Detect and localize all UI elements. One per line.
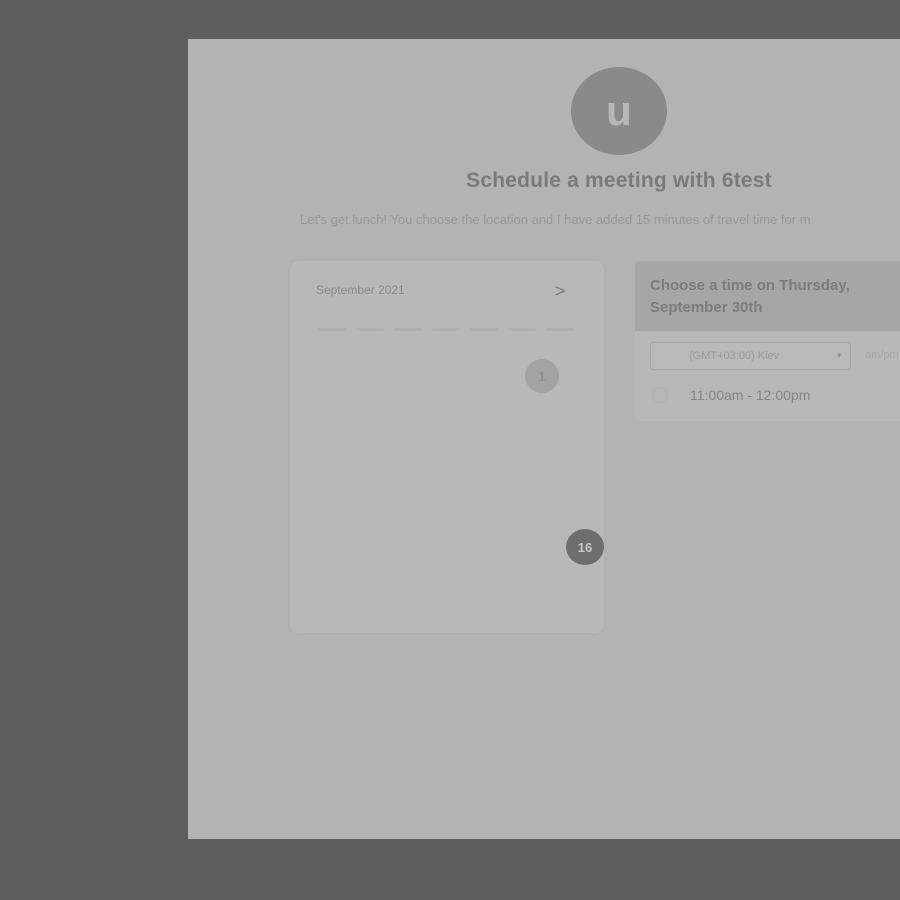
month-label: September 2021 [316, 283, 405, 297]
weekday-placeholder [546, 328, 574, 331]
selected-date-heading: Choose a time on Thursday, September 30t… [650, 277, 850, 316]
time-header: Choose a time on Thursday, September 30t… [635, 261, 900, 331]
page-title: Schedule a meeting with 6test [466, 169, 772, 192]
radio-icon[interactable] [652, 387, 668, 403]
chevron-right-icon[interactable]: > [552, 281, 568, 301]
weekday-placeholder [318, 328, 346, 331]
calendar-day-16[interactable]: 16 [566, 529, 604, 565]
time-format-toggle[interactable]: am/pm [865, 342, 899, 368]
weekday-placeholder [394, 328, 422, 331]
avatar-initial: u [606, 87, 632, 134]
meeting-description: Let's get lunch! You choose the location… [300, 212, 811, 227]
chevron-down-icon: ▾ [836, 351, 841, 360]
calendar-card: September 2021 > 1 16 [290, 261, 604, 633]
scheduling-page: u Schedule a meeting with 6test Let's ge… [188, 39, 900, 839]
weekday-placeholder [508, 328, 536, 331]
weekday-header [318, 323, 578, 337]
weekday-placeholder [470, 328, 498, 331]
calendar-day-1[interactable]: 1 [525, 359, 559, 393]
time-selection-card: Choose a time on Thursday, September 30t… [635, 261, 900, 421]
screen-overlay: u Schedule a meeting with 6test Let's ge… [0, 0, 900, 900]
weekday-placeholder [356, 328, 384, 331]
weekday-placeholder [432, 328, 460, 331]
timezone-value: (GMT+03:00) Kiev [689, 350, 780, 362]
timezone-select[interactable]: (GMT+03:00) Kiev ▾ [650, 342, 851, 370]
avatar: u [571, 67, 667, 155]
time-slot-option[interactable]: 11:00am - 12:00pm [650, 385, 900, 407]
time-slot-label: 11:00am - 12:00pm [690, 387, 811, 403]
